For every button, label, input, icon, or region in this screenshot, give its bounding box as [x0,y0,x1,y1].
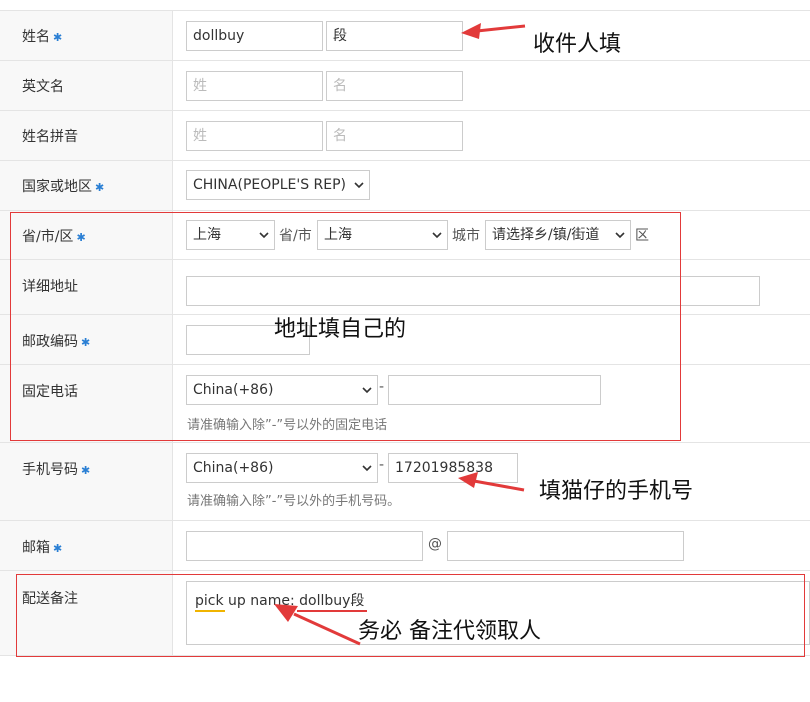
english-given-name-input[interactable]: 名 [326,71,463,101]
email-at-sign: @ [428,536,442,552]
email-domain-input[interactable] [447,531,684,561]
required-mark: ✱ [53,31,63,44]
mobile-separator: - [379,457,385,473]
chevron-down-icon [354,182,364,189]
required-mark: ✱ [81,464,91,477]
row-name: 姓名 ✱ dollbuy 段 [0,10,810,61]
chevron-down-icon [362,465,372,472]
email-label: 邮箱 ✱ [22,540,63,556]
email-user-input[interactable] [186,531,423,561]
row-pinyin-name: 姓名拼音 姓 名 [0,110,810,161]
name-label: 姓名 ✱ [22,29,63,45]
english-surname-input[interactable]: 姓 [186,71,323,101]
annotation-recipient: 收件人填 [533,32,622,57]
arrow-icon [274,604,361,646]
pinyin-given-name-input[interactable]: 名 [326,121,463,151]
annotation-note: 务必 备注代领取人 [358,619,541,644]
row-english-name: 英文名 姓 名 [0,60,810,111]
mobile-country-code-select[interactable]: China(+86) [186,453,378,483]
english-name-label: 英文名 [22,79,64,95]
pinyin-name-label: 姓名拼音 [22,129,78,145]
country-selected-value: CHINA(PEOPLE'S REP) [193,177,347,193]
pinyin-surname-input[interactable]: 姓 [186,121,323,151]
row-country: 国家或地区 ✱ CHINA(PEOPLE'S REP) [0,160,810,211]
row-email: 邮箱 ✱ @ [0,520,810,571]
required-mark: ✱ [53,542,63,555]
first-name-input[interactable]: dollbuy [186,21,323,51]
arrow-icon [458,472,525,492]
mobile-label: 手机号码 ✱ [22,462,91,478]
mobile-hint: 请准确输入除”-”号以外的手机号码。 [187,494,401,509]
arrow-icon [461,23,526,39]
country-label: 国家或地区 ✱ [22,179,105,195]
country-select[interactable]: CHINA(PEOPLE'S REP) [186,170,370,200]
annotation-phone: 填猫仔的手机号 [539,479,694,504]
annotation-address: 地址填自己的 [274,317,407,342]
last-name-input[interactable]: 段 [326,21,463,51]
required-mark: ✱ [95,181,105,194]
mobile-country-code-value: China(+86) [193,460,274,476]
